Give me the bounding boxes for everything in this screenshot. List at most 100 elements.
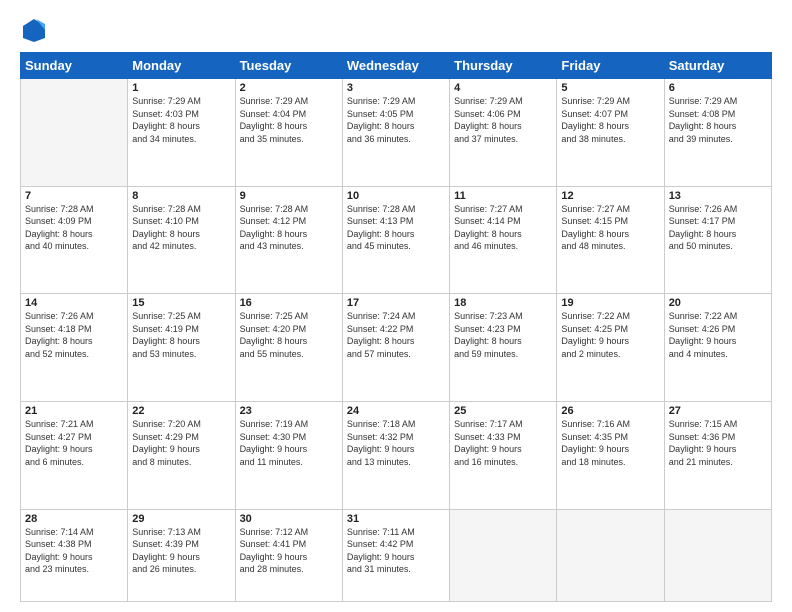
day-info: Sunrise: 7:22 AMSunset: 4:25 PMDaylight:… — [561, 310, 659, 360]
calendar-cell: 5Sunrise: 7:29 AMSunset: 4:07 PMDaylight… — [557, 79, 664, 187]
day-info: Sunrise: 7:25 AMSunset: 4:19 PMDaylight:… — [132, 310, 230, 360]
calendar-cell: 29Sunrise: 7:13 AMSunset: 4:39 PMDayligh… — [128, 509, 235, 601]
day-info: Sunrise: 7:28 AMSunset: 4:09 PMDaylight:… — [25, 203, 123, 253]
calendar-cell: 26Sunrise: 7:16 AMSunset: 4:35 PMDayligh… — [557, 401, 664, 509]
day-header-saturday: Saturday — [664, 53, 771, 79]
day-info: Sunrise: 7:25 AMSunset: 4:20 PMDaylight:… — [240, 310, 338, 360]
day-info: Sunrise: 7:28 AMSunset: 4:13 PMDaylight:… — [347, 203, 445, 253]
day-info: Sunrise: 7:14 AMSunset: 4:38 PMDaylight:… — [25, 526, 123, 576]
day-info: Sunrise: 7:17 AMSunset: 4:33 PMDaylight:… — [454, 418, 552, 468]
calendar-cell: 2Sunrise: 7:29 AMSunset: 4:04 PMDaylight… — [235, 79, 342, 187]
day-number: 9 — [240, 190, 338, 202]
day-header-tuesday: Tuesday — [235, 53, 342, 79]
day-info: Sunrise: 7:18 AMSunset: 4:32 PMDaylight:… — [347, 418, 445, 468]
day-info: Sunrise: 7:22 AMSunset: 4:26 PMDaylight:… — [669, 310, 767, 360]
day-info: Sunrise: 7:28 AMSunset: 4:12 PMDaylight:… — [240, 203, 338, 253]
day-number: 27 — [669, 405, 767, 417]
header-row: SundayMondayTuesdayWednesdayThursdayFrid… — [21, 53, 772, 79]
calendar-cell: 22Sunrise: 7:20 AMSunset: 4:29 PMDayligh… — [128, 401, 235, 509]
calendar-cell — [664, 509, 771, 601]
calendar-cell: 31Sunrise: 7:11 AMSunset: 4:42 PMDayligh… — [342, 509, 449, 601]
day-number: 2 — [240, 82, 338, 94]
calendar-cell: 8Sunrise: 7:28 AMSunset: 4:10 PMDaylight… — [128, 186, 235, 294]
week-row-2: 7Sunrise: 7:28 AMSunset: 4:09 PMDaylight… — [21, 186, 772, 294]
day-number: 22 — [132, 405, 230, 417]
day-header-sunday: Sunday — [21, 53, 128, 79]
calendar-cell: 12Sunrise: 7:27 AMSunset: 4:15 PMDayligh… — [557, 186, 664, 294]
calendar-cell — [557, 509, 664, 601]
day-info: Sunrise: 7:29 AMSunset: 4:08 PMDaylight:… — [669, 95, 767, 145]
day-number: 19 — [561, 297, 659, 309]
logo — [20, 16, 52, 44]
day-info: Sunrise: 7:29 AMSunset: 4:04 PMDaylight:… — [240, 95, 338, 145]
day-info: Sunrise: 7:15 AMSunset: 4:36 PMDaylight:… — [669, 418, 767, 468]
week-row-5: 28Sunrise: 7:14 AMSunset: 4:38 PMDayligh… — [21, 509, 772, 601]
day-number: 16 — [240, 297, 338, 309]
calendar-cell: 16Sunrise: 7:25 AMSunset: 4:20 PMDayligh… — [235, 294, 342, 402]
calendar-cell — [450, 509, 557, 601]
calendar-cell: 17Sunrise: 7:24 AMSunset: 4:22 PMDayligh… — [342, 294, 449, 402]
calendar-cell: 3Sunrise: 7:29 AMSunset: 4:05 PMDaylight… — [342, 79, 449, 187]
calendar-cell: 14Sunrise: 7:26 AMSunset: 4:18 PMDayligh… — [21, 294, 128, 402]
day-info: Sunrise: 7:19 AMSunset: 4:30 PMDaylight:… — [240, 418, 338, 468]
day-number: 25 — [454, 405, 552, 417]
day-number: 5 — [561, 82, 659, 94]
day-info: Sunrise: 7:27 AMSunset: 4:14 PMDaylight:… — [454, 203, 552, 253]
calendar-cell: 4Sunrise: 7:29 AMSunset: 4:06 PMDaylight… — [450, 79, 557, 187]
calendar-cell: 7Sunrise: 7:28 AMSunset: 4:09 PMDaylight… — [21, 186, 128, 294]
calendar-cell: 11Sunrise: 7:27 AMSunset: 4:14 PMDayligh… — [450, 186, 557, 294]
day-info: Sunrise: 7:20 AMSunset: 4:29 PMDaylight:… — [132, 418, 230, 468]
day-number: 28 — [25, 513, 123, 525]
calendar-cell: 15Sunrise: 7:25 AMSunset: 4:19 PMDayligh… — [128, 294, 235, 402]
day-info: Sunrise: 7:26 AMSunset: 4:18 PMDaylight:… — [25, 310, 123, 360]
week-row-4: 21Sunrise: 7:21 AMSunset: 4:27 PMDayligh… — [21, 401, 772, 509]
calendar-cell: 6Sunrise: 7:29 AMSunset: 4:08 PMDaylight… — [664, 79, 771, 187]
day-number: 4 — [454, 82, 552, 94]
day-number: 13 — [669, 190, 767, 202]
header — [20, 16, 772, 44]
day-number: 7 — [25, 190, 123, 202]
day-number: 15 — [132, 297, 230, 309]
calendar-cell: 10Sunrise: 7:28 AMSunset: 4:13 PMDayligh… — [342, 186, 449, 294]
page: SundayMondayTuesdayWednesdayThursdayFrid… — [0, 0, 792, 612]
day-info: Sunrise: 7:29 AMSunset: 4:05 PMDaylight:… — [347, 95, 445, 145]
day-header-thursday: Thursday — [450, 53, 557, 79]
day-number: 17 — [347, 297, 445, 309]
day-info: Sunrise: 7:21 AMSunset: 4:27 PMDaylight:… — [25, 418, 123, 468]
calendar-cell: 25Sunrise: 7:17 AMSunset: 4:33 PMDayligh… — [450, 401, 557, 509]
day-info: Sunrise: 7:26 AMSunset: 4:17 PMDaylight:… — [669, 203, 767, 253]
calendar-cell: 1Sunrise: 7:29 AMSunset: 4:03 PMDaylight… — [128, 79, 235, 187]
day-info: Sunrise: 7:11 AMSunset: 4:42 PMDaylight:… — [347, 526, 445, 576]
calendar-cell: 20Sunrise: 7:22 AMSunset: 4:26 PMDayligh… — [664, 294, 771, 402]
day-number: 1 — [132, 82, 230, 94]
day-info: Sunrise: 7:29 AMSunset: 4:03 PMDaylight:… — [132, 95, 230, 145]
day-info: Sunrise: 7:13 AMSunset: 4:39 PMDaylight:… — [132, 526, 230, 576]
day-number: 18 — [454, 297, 552, 309]
day-number: 21 — [25, 405, 123, 417]
day-info: Sunrise: 7:12 AMSunset: 4:41 PMDaylight:… — [240, 526, 338, 576]
calendar-cell: 23Sunrise: 7:19 AMSunset: 4:30 PMDayligh… — [235, 401, 342, 509]
day-info: Sunrise: 7:28 AMSunset: 4:10 PMDaylight:… — [132, 203, 230, 253]
calendar-cell: 18Sunrise: 7:23 AMSunset: 4:23 PMDayligh… — [450, 294, 557, 402]
calendar-table: SundayMondayTuesdayWednesdayThursdayFrid… — [20, 52, 772, 602]
day-info: Sunrise: 7:16 AMSunset: 4:35 PMDaylight:… — [561, 418, 659, 468]
calendar-cell: 13Sunrise: 7:26 AMSunset: 4:17 PMDayligh… — [664, 186, 771, 294]
day-info: Sunrise: 7:23 AMSunset: 4:23 PMDaylight:… — [454, 310, 552, 360]
calendar-cell: 27Sunrise: 7:15 AMSunset: 4:36 PMDayligh… — [664, 401, 771, 509]
week-row-3: 14Sunrise: 7:26 AMSunset: 4:18 PMDayligh… — [21, 294, 772, 402]
day-header-wednesday: Wednesday — [342, 53, 449, 79]
calendar-cell: 24Sunrise: 7:18 AMSunset: 4:32 PMDayligh… — [342, 401, 449, 509]
day-number: 26 — [561, 405, 659, 417]
day-header-friday: Friday — [557, 53, 664, 79]
logo-icon — [20, 16, 48, 44]
day-info: Sunrise: 7:24 AMSunset: 4:22 PMDaylight:… — [347, 310, 445, 360]
day-number: 23 — [240, 405, 338, 417]
day-number: 11 — [454, 190, 552, 202]
day-number: 30 — [240, 513, 338, 525]
day-number: 14 — [25, 297, 123, 309]
calendar-cell: 21Sunrise: 7:21 AMSunset: 4:27 PMDayligh… — [21, 401, 128, 509]
calendar-cell: 28Sunrise: 7:14 AMSunset: 4:38 PMDayligh… — [21, 509, 128, 601]
day-number: 12 — [561, 190, 659, 202]
day-info: Sunrise: 7:29 AMSunset: 4:07 PMDaylight:… — [561, 95, 659, 145]
day-number: 20 — [669, 297, 767, 309]
